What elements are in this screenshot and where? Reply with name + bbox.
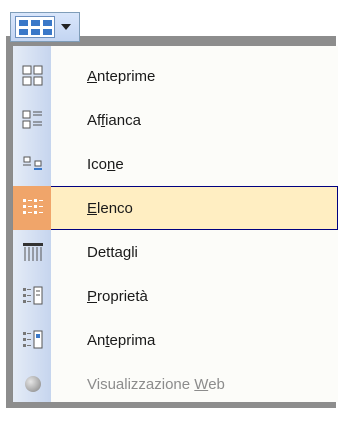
list-icon bbox=[22, 197, 44, 219]
menu-item-dettagli[interactable]: Dettagli bbox=[13, 230, 338, 274]
view-mode-dropdown-button[interactable] bbox=[10, 12, 80, 42]
preview-icon bbox=[22, 329, 44, 351]
menu-item-icone[interactable]: Icone bbox=[13, 142, 338, 186]
menu-item-visualizzazione-web[interactable]: Visualizzazione Web bbox=[13, 362, 338, 406]
menu-item-elenco[interactable]: Elenco bbox=[13, 186, 338, 230]
view-mode-menu: Anteprime Affianca Icone Elenco Dettagli… bbox=[12, 46, 338, 402]
menu-item-proprieta[interactable]: Proprietà bbox=[13, 274, 338, 318]
menu-item-anteprime[interactable]: Anteprime bbox=[13, 54, 338, 98]
web-view-icon bbox=[22, 373, 44, 395]
menu-item-label: Visualizzazione Web bbox=[87, 375, 225, 393]
menu-item-label: Anteprima bbox=[87, 331, 156, 349]
view-mode-icon bbox=[15, 16, 55, 38]
icons-icon bbox=[22, 153, 44, 175]
menu-item-label: Affianca bbox=[87, 111, 141, 129]
menu-item-label: Dettagli bbox=[87, 243, 138, 261]
menu-item-anteprima[interactable]: Anteprima bbox=[13, 318, 338, 362]
menu-item-affianca[interactable]: Affianca bbox=[13, 98, 338, 142]
menu-item-label: Elenco bbox=[87, 199, 133, 217]
menu-item-label: Icone bbox=[87, 155, 124, 173]
menu-item-label: Anteprime bbox=[87, 67, 156, 85]
tiles-icon bbox=[22, 109, 44, 131]
menu-item-label: Proprietà bbox=[87, 287, 148, 305]
thumbnails-icon bbox=[22, 65, 44, 87]
properties-icon bbox=[22, 285, 44, 307]
dropdown-arrow-icon[interactable] bbox=[61, 24, 71, 30]
details-icon bbox=[22, 241, 44, 263]
